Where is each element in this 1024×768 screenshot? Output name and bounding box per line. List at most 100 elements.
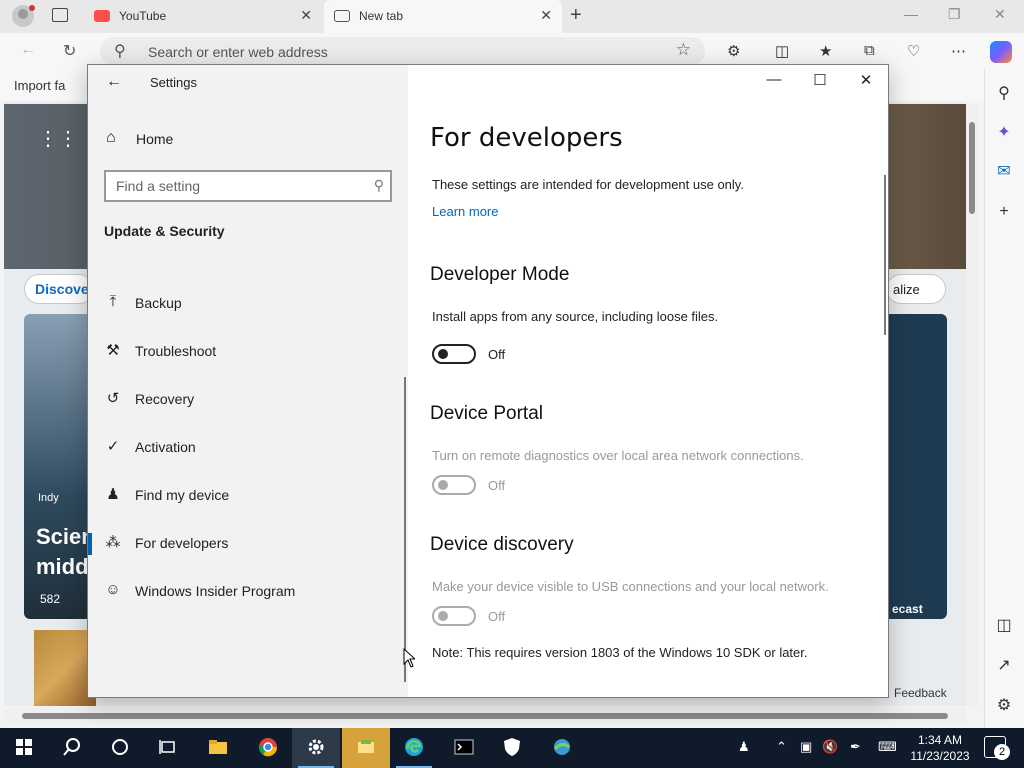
pinned-app-button-2[interactable]: [538, 728, 586, 768]
nav-item-windows-insider[interactable]: ☺ Windows Insider Program: [88, 571, 408, 611]
outlook-icon[interactable]: ✉: [993, 161, 1015, 183]
folder-icon: [209, 740, 227, 754]
new-tab-favicon-icon: [334, 10, 350, 22]
performance-icon[interactable]: ♡: [907, 42, 920, 60]
story-source: Indy: [38, 492, 59, 504]
window-title: Settings: [150, 75, 197, 90]
sidebar-search-icon[interactable]: ⚲: [993, 83, 1015, 105]
back-arrow-icon[interactable]: ←: [20, 41, 36, 59]
developer-mode-toggle[interactable]: [432, 344, 476, 364]
copilot-icon[interactable]: [990, 41, 1012, 63]
search-icon: ⚲: [114, 43, 126, 60]
minimize-icon[interactable]: —: [764, 71, 784, 88]
settings-content-pane: — ☐ ✕ For developers These settings are …: [408, 65, 888, 697]
device-portal-state: Off: [488, 478, 506, 493]
nav-item-for-developers[interactable]: ⁂ For developers: [88, 523, 408, 563]
collections-icon[interactable]: ⧉: [864, 42, 875, 59]
sidebar-copilot-icon[interactable]: ✦: [993, 122, 1015, 144]
learn-more-link[interactable]: Learn more: [432, 204, 498, 219]
settings-taskbar-button[interactable]: [292, 728, 340, 768]
terminal-button[interactable]: [440, 728, 488, 768]
news-story-card[interactable]: Indy Scien midd 582: [24, 314, 95, 619]
device-portal-heading: Device Portal: [430, 403, 543, 424]
weather-caption: ecast: [892, 602, 923, 616]
weather-card[interactable]: ecast: [884, 314, 947, 619]
browser-minimize-icon[interactable]: —: [904, 6, 918, 22]
keyboard-icon[interactable]: ⌨: [878, 739, 897, 755]
wrench-icon: ⚒: [106, 342, 120, 359]
task-view-button[interactable]: [144, 728, 192, 768]
security-button[interactable]: [488, 728, 536, 768]
page-horizontal-scrollbar[interactable]: [4, 708, 966, 724]
nav-home[interactable]: ⌂ Home: [88, 121, 408, 157]
edge-button[interactable]: [390, 728, 438, 768]
people-icon[interactable]: ♟: [738, 739, 750, 755]
check-circle-icon: ✓: [106, 438, 120, 455]
page-vertical-scrollbar[interactable]: [966, 104, 978, 706]
tab-close-icon[interactable]: ✕: [540, 7, 552, 24]
back-arrow-icon[interactable]: ←: [106, 73, 122, 91]
taskbar-search[interactable]: [48, 728, 96, 768]
refresh-icon[interactable]: ↻: [63, 41, 76, 61]
device-discovery-toggle[interactable]: [432, 606, 476, 626]
content-scrollbar[interactable]: [884, 175, 886, 335]
pen-icon[interactable]: ✒: [850, 739, 861, 755]
volume-muted-icon[interactable]: 🔇: [822, 739, 838, 755]
close-icon[interactable]: ✕: [856, 71, 876, 89]
browser-tab-strip: YouTube ✕ New tab ✕ + — ❐ ✕: [0, 0, 1024, 33]
favorites-icon[interactable]: ★: [819, 42, 832, 60]
pinned-app-button[interactable]: [342, 728, 390, 768]
clock-time: 1:34 AM: [917, 733, 963, 747]
split-screen-icon[interactable]: ◫: [775, 42, 789, 60]
nav-item-recovery[interactable]: ↺ Recovery: [88, 379, 408, 419]
favorite-star-icon[interactable]: ☆: [676, 40, 691, 60]
task-view-icon: [159, 740, 175, 754]
find-setting-input[interactable]: Find a setting ⚲: [104, 170, 392, 202]
developer-mode-description: Install apps from any source, including …: [432, 309, 719, 324]
swirl-app-icon: [553, 739, 570, 755]
youtube-favicon-icon: [94, 10, 110, 22]
start-button[interactable]: [0, 728, 48, 768]
chrome-button[interactable]: [244, 728, 292, 768]
feedback-button[interactable]: Feedback: [894, 686, 947, 700]
cortana-circle-icon: [112, 739, 128, 755]
external-link-icon[interactable]: ↗: [993, 655, 1015, 677]
settings-window: ← Settings ⌂ Home Find a setting ⚲ Updat…: [87, 64, 889, 698]
mouse-cursor-icon: [403, 648, 415, 668]
taskbar: ♟ ⌃ ▣ 🔇 ✒ ⌨ 1:34 AM 11/23/2023 2: [0, 728, 1024, 768]
address-bar[interactable]: ⚲ Search or enter web address ☆: [100, 37, 705, 65]
tab-new-tab[interactable]: New tab ✕: [324, 0, 562, 33]
device-portal-toggle[interactable]: [432, 475, 476, 495]
tab-close-icon[interactable]: ✕: [300, 7, 312, 24]
nav-item-backup[interactable]: ⤒ Backup: [88, 283, 408, 323]
nav-item-activation[interactable]: ✓ Activation: [88, 427, 408, 467]
search-icon: [63, 738, 80, 756]
tab-youtube[interactable]: YouTube ✕: [84, 0, 322, 33]
import-favorites-link[interactable]: Import fa: [14, 78, 65, 93]
cortana-button[interactable]: [96, 728, 144, 768]
new-tab-plus-icon[interactable]: +: [570, 4, 582, 27]
discover-pill[interactable]: Discover: [24, 274, 94, 304]
personalize-button[interactable]: alize: [886, 274, 946, 304]
insider-cat-icon: ☺: [105, 581, 121, 598]
sidebar-settings-icon[interactable]: ⚙: [993, 695, 1015, 717]
shield-icon: [504, 738, 520, 756]
nav-item-troubleshoot[interactable]: ⚒ Troubleshoot: [88, 331, 408, 371]
nav-scrollbar[interactable]: [404, 377, 406, 682]
intro-text: These settings are intended for developm…: [432, 177, 744, 192]
sidebar-panel-icon[interactable]: ◫: [993, 615, 1015, 637]
tab-actions-icon[interactable]: [52, 8, 68, 22]
maximize-icon[interactable]: ☐: [810, 71, 830, 89]
network-icon[interactable]: ▣: [800, 739, 812, 755]
more-options-icon[interactable]: ⋯: [951, 42, 966, 60]
extensions-icon[interactable]: ⚙: [727, 42, 740, 60]
nav-item-find-my-device[interactable]: ♟ Find my device: [88, 475, 408, 515]
file-explorer-button[interactable]: [194, 728, 242, 768]
find-setting-placeholder: Find a setting: [116, 178, 201, 194]
show-hidden-icons-chevron-icon[interactable]: ⌃: [776, 739, 787, 755]
recovery-icon: ↺: [106, 390, 120, 407]
sidebar-add-icon[interactable]: +: [993, 203, 1015, 225]
browser-restore-icon[interactable]: ❐: [948, 6, 961, 23]
clock[interactable]: 1:34 AM 11/23/2023: [906, 732, 974, 764]
browser-close-icon[interactable]: ✕: [994, 6, 1006, 23]
